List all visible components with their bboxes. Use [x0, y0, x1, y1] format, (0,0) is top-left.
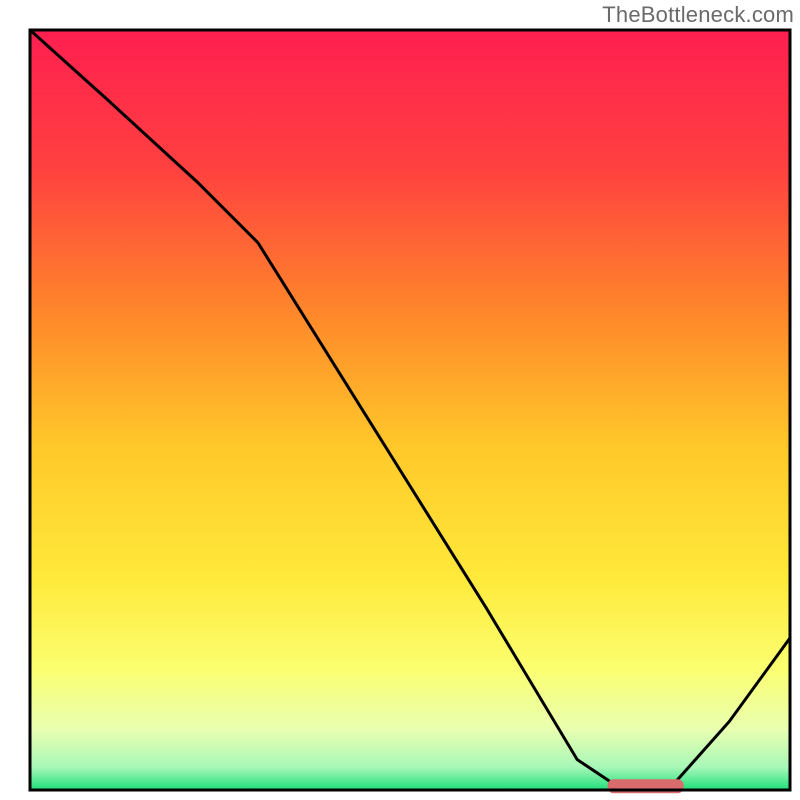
chart-container: { "watermark": "TheBottleneck.com", "cha…: [0, 0, 800, 800]
watermark-text: TheBottleneck.com: [602, 2, 794, 28]
plot-background: [30, 30, 790, 790]
bottleneck-chart: [0, 0, 800, 800]
